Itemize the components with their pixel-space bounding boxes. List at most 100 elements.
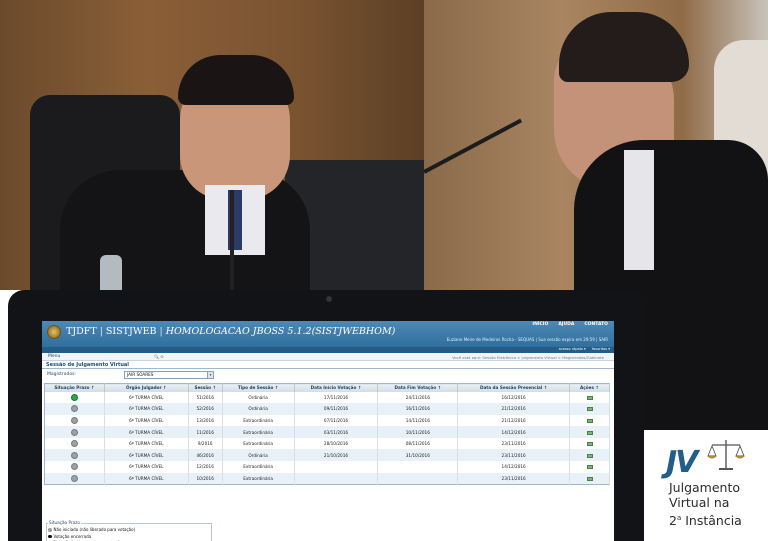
- table-row[interactable]: 6ª TURMA CÍVEL 11/2016 Extraordinária 03/11…: [44, 426, 610, 438]
- system-name: SISTJWEB: [105, 326, 157, 337]
- status-cell: [44, 437, 105, 450]
- col-fim[interactable]: Data Fim Votação ↑: [377, 383, 459, 392]
- cell-inicio: 03/11/2016: [294, 426, 379, 438]
- actions-cell: [569, 391, 610, 404]
- col-tipo[interactable]: Tipo de Sessão ↑: [222, 383, 295, 392]
- favorites-dropdown[interactable]: favoritos ▾: [592, 347, 610, 351]
- link-contato[interactable]: CONTATO: [584, 322, 608, 327]
- environment-name: HOMOLOGACAO JBOSS 5.1.2(SISTJWEBHOM): [165, 326, 396, 337]
- cell-orgao: 6ª TURMA CÍVEL: [104, 403, 189, 415]
- open-session-icon[interactable]: [586, 395, 593, 400]
- cell-sessao: 11/2016: [188, 426, 223, 438]
- cell-fim: 08/11/2016: [377, 437, 459, 450]
- magistrate-label: Magistrados:: [47, 372, 76, 377]
- jv-logo-mark: JV: [666, 445, 698, 480]
- cell-tipo: Extraordinária: [222, 414, 295, 427]
- cell-orgao: 6ª TURMA CÍVEL: [104, 391, 189, 404]
- actions-cell: [569, 414, 610, 427]
- col-situacao[interactable]: Situação Prazo ↑: [44, 383, 105, 392]
- tjdft-seal-icon: [47, 325, 61, 339]
- cell-sessao: 52/2016: [188, 403, 223, 415]
- open-session-icon[interactable]: [586, 407, 593, 412]
- status-dot-icon: [70, 405, 78, 413]
- brand-name: TJDFT: [66, 326, 97, 337]
- app-title: TJDFT | SISTJWEB | HOMOLOGACAO JBOSS 5.1.2(S…: [66, 326, 396, 337]
- logo-line-3: 2a Instância: [669, 513, 742, 529]
- col-acoes[interactable]: Ações ↑: [569, 383, 610, 392]
- divider: [42, 368, 614, 369]
- cell-presencial: 23/11/2016: [457, 472, 570, 485]
- legend-label: Não iniciado (não liberado para votação): [53, 527, 136, 532]
- status-dot-icon: [70, 463, 78, 471]
- cell-sessao: 51/2016: [188, 391, 223, 404]
- breadcrumb: Você está aqui: Sessão Eletrônica > Julg…: [452, 354, 604, 360]
- table-row[interactable]: 6ª TURMA CÍVEL 12/2016 Extraordinária 14/12…: [44, 461, 610, 473]
- laptop-frame: TJDFT | SISTJWEB | HOMOLOGACAO JBOSS 5.1.2(S…: [8, 290, 644, 541]
- cell-orgao: 6ª TURMA CÍVEL: [104, 461, 189, 473]
- quick-access-dropdown[interactable]: acesso rápido ▾: [559, 347, 586, 351]
- cell-inicio: 28/10/2016: [294, 437, 379, 450]
- table-header-row: Situação Prazo ↑ Órgão Julgador ↑ Sessão…: [44, 383, 610, 392]
- status-cell: [44, 391, 105, 404]
- status-cell: [44, 449, 105, 462]
- cell-inicio: [294, 472, 379, 485]
- legend-title: Situação Prazo: [48, 520, 81, 525]
- open-session-icon[interactable]: [586, 442, 593, 447]
- cell-orgao: 6ª TURMA CÍVEL: [104, 449, 189, 462]
- chevron-down-icon[interactable]: ▾: [207, 372, 213, 378]
- cell-presencial: 23/11/2016: [457, 437, 570, 450]
- logo-line-2: Virtual na: [669, 495, 730, 510]
- cell-sessao: 9/2016: [188, 437, 223, 450]
- table-row[interactable]: 6ª TURMA CÍVEL 51/2016 Ordinária 17/11/2016…: [44, 391, 610, 404]
- magistrate-select[interactable]: JAIR SOARES ▾: [124, 371, 214, 379]
- status-dot-icon: [70, 451, 78, 459]
- magistrate-select-value: JAIR SOARES: [127, 372, 154, 377]
- sessions-table: Situação Prazo ↑ Órgão Julgador ↑ Sessão…: [44, 383, 610, 485]
- cell-fim: [377, 472, 459, 485]
- open-session-icon[interactable]: [586, 476, 593, 481]
- cell-sessao: 10/2016: [188, 472, 223, 485]
- col-inicio[interactable]: Data Início Votação ↑: [294, 383, 379, 392]
- open-session-icon[interactable]: [586, 453, 593, 458]
- cell-inicio: 17/11/2016: [294, 391, 379, 404]
- actions-cell: [569, 461, 610, 473]
- cell-sessao: 46/2016: [188, 449, 223, 462]
- link-inicio[interactable]: INÍCIO: [532, 322, 548, 327]
- logo-line-1: Julgamento: [669, 480, 741, 495]
- col-presencial[interactable]: Data da Sessão Presencial ↑: [457, 383, 570, 392]
- table-row[interactable]: 6ª TURMA CÍVEL 52/2016 Ordinária 09/11/2016…: [44, 403, 610, 415]
- menu-search-icon[interactable]: 🔍 ⊙: [154, 354, 164, 359]
- cell-orgao: 6ª TURMA CÍVEL: [104, 437, 189, 450]
- cell-presencial: 16/12/2016: [457, 391, 570, 404]
- menu-button[interactable]: Menu: [48, 354, 60, 359]
- top-links: INÍCIO AJUDA CONTATO: [532, 322, 608, 327]
- cell-fim: 31/10/2016: [377, 449, 459, 462]
- table-row[interactable]: 6ª TURMA CÍVEL 9/2016 Extraordinária 28/10/…: [44, 437, 610, 450]
- cell-sessao: 12/2016: [188, 461, 223, 473]
- table-row[interactable]: 6ª TURMA CÍVEL 10/2016 Extraordinária 23/11…: [44, 472, 610, 485]
- col-sessao[interactable]: Sessão ↑: [188, 383, 223, 392]
- open-session-icon[interactable]: [586, 418, 593, 423]
- cell-inicio: 21/10/2016: [294, 449, 379, 462]
- open-session-icon[interactable]: [586, 465, 593, 470]
- status-cell: [44, 426, 105, 438]
- cell-orgao: 6ª TURMA CÍVEL: [104, 414, 189, 427]
- camera-icon: [326, 296, 332, 302]
- cell-fim: 24/11/2016: [377, 391, 459, 404]
- status-cell: [44, 414, 105, 427]
- actions-cell: [569, 403, 610, 415]
- col-orgao[interactable]: Órgão Julgador ↑: [104, 383, 189, 392]
- cell-fim: 14/11/2016: [377, 414, 459, 427]
- link-ajuda[interactable]: AJUDA: [558, 322, 574, 327]
- open-session-icon[interactable]: [586, 430, 593, 435]
- table-row[interactable]: 6ª TURMA CÍVEL 13/2016 Extraordinária 07/11…: [44, 414, 610, 427]
- cell-presencial: 23/11/2016: [457, 449, 570, 462]
- cell-inicio: 07/11/2016: [294, 414, 379, 427]
- status-dot-icon: [70, 428, 78, 436]
- legend-dot-icon: [48, 528, 52, 532]
- cell-fim: 10/11/2016: [377, 426, 459, 438]
- cell-presencial: 14/12/2016: [457, 461, 570, 473]
- table-row[interactable]: 6ª TURMA CÍVEL 46/2016 Ordinária 21/10/2016…: [44, 449, 610, 462]
- status-dot-icon: [70, 440, 78, 448]
- cell-tipo: Ordinária: [222, 449, 295, 462]
